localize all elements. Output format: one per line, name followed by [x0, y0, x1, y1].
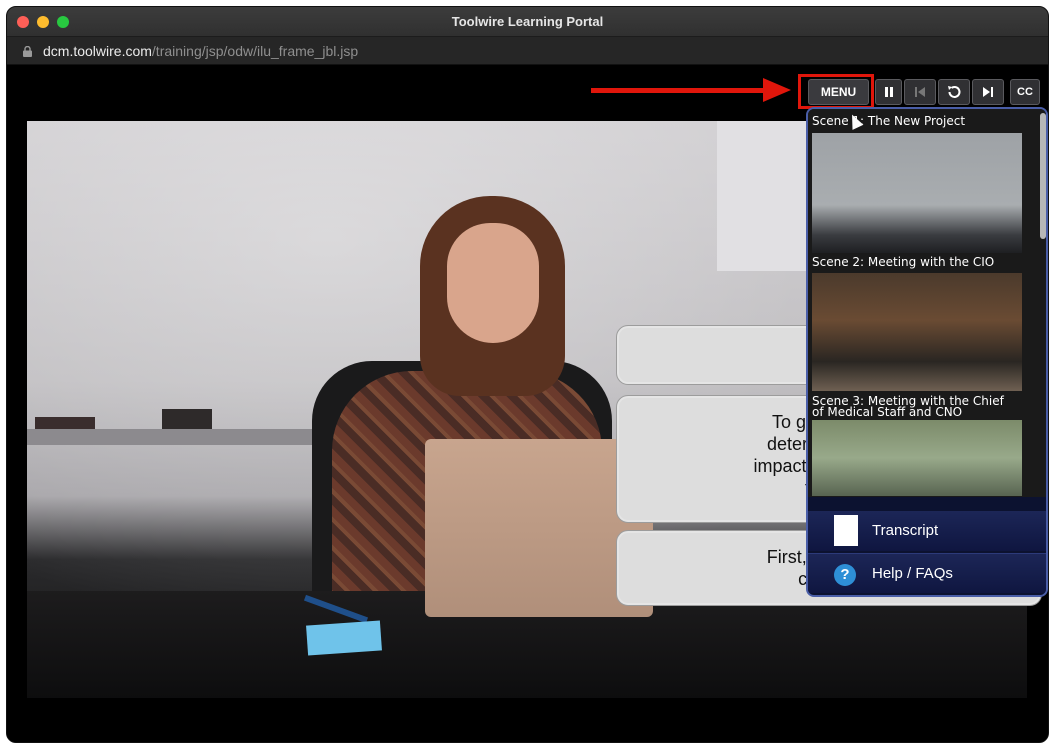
lock-icon	[23, 46, 32, 57]
scene-3-thumbnail[interactable]	[812, 420, 1022, 496]
scene-3-title-line-2[interactable]: of Medical Staff and CNO	[812, 406, 962, 418]
scene-list[interactable]: Scene 1: The New Project Scene 2: Meetin…	[808, 109, 1046, 497]
url-host: dcm.toolwire.com	[43, 43, 152, 59]
closed-captions-button[interactable]: CC	[1010, 79, 1040, 105]
next-button[interactable]	[972, 79, 1004, 105]
skip-back-icon	[915, 87, 925, 97]
shelf-object	[35, 417, 95, 429]
training-player: I ca To get started, determine patie imp…	[7, 66, 1048, 742]
scene-1-title[interactable]: Scene 1: The New Project	[812, 115, 965, 127]
sticky-note-pad	[306, 620, 382, 656]
presenter-face	[447, 223, 539, 343]
document-icon	[834, 515, 858, 546]
scene-1-thumbnail[interactable]	[812, 133, 1022, 253]
annotation-arrow-icon	[763, 78, 791, 102]
wall-shelf	[27, 429, 347, 445]
help-faqs-button[interactable]: ? Help / FAQs	[808, 553, 1046, 593]
scene-list-scrollbar[interactable]	[1040, 113, 1046, 239]
browser-window: Toolwire Learning Portal dcm.toolwire.co…	[6, 6, 1049, 743]
replay-button[interactable]	[938, 79, 970, 105]
skip-forward-icon	[983, 87, 993, 97]
question-mark-icon: ?	[834, 564, 856, 586]
annotation-arrow-shaft	[591, 88, 769, 93]
transcript-button[interactable]: Transcript	[808, 511, 1046, 551]
pause-icon	[884, 87, 893, 97]
address-bar[interactable]: dcm.toolwire.com/training/jsp/odw/ilu_fr…	[7, 37, 1048, 65]
scene-2-thumbnail[interactable]	[812, 273, 1022, 391]
title-bar: Toolwire Learning Portal	[7, 7, 1048, 37]
annotation-highlight-box	[798, 74, 874, 109]
url-text[interactable]: dcm.toolwire.com/training/jsp/odw/ilu_fr…	[43, 43, 358, 59]
transcript-label: Transcript	[872, 522, 939, 539]
shelf-object	[162, 409, 212, 429]
previous-button[interactable]	[904, 79, 936, 105]
replay-icon	[948, 86, 961, 98]
help-label: Help / FAQs	[872, 565, 953, 582]
url-path: /training/jsp/odw/ilu_frame_jbl.jsp	[151, 43, 359, 59]
scene-2-title[interactable]: Scene 2: Meeting with the CIO	[812, 256, 994, 268]
pause-button[interactable]	[875, 79, 902, 105]
window-title: Toolwire Learning Portal	[451, 14, 604, 29]
scene-menu-panel: Scene 1: The New Project Scene 2: Meetin…	[806, 107, 1048, 597]
